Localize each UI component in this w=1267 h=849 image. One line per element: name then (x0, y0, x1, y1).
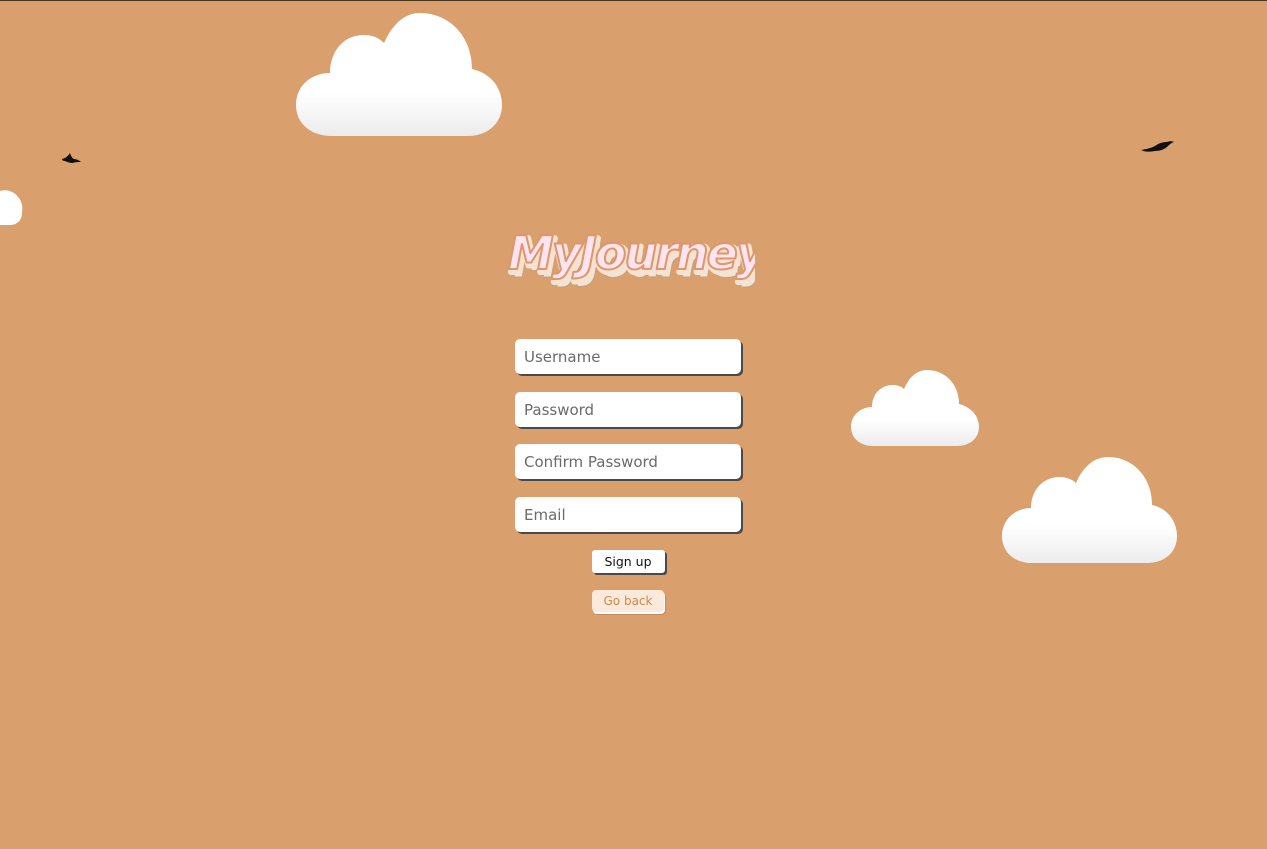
signup-button[interactable]: Sign up (591, 550, 665, 573)
bird-icon (62, 151, 82, 170)
email-input[interactable] (515, 497, 741, 532)
signup-form: Sign up Go back (515, 339, 743, 612)
cloud-icon (851, 370, 979, 448)
confirm-password-input[interactable] (515, 444, 741, 479)
cloud-icon (0, 171, 24, 227)
username-input[interactable] (515, 339, 741, 374)
cloud-icon (1002, 457, 1177, 565)
svg-text:MyJourney: MyJourney (508, 226, 755, 280)
go-back-button[interactable]: Go back (592, 590, 664, 612)
cloud-icon (296, 13, 502, 139)
password-input[interactable] (515, 392, 741, 427)
bird-icon (1141, 139, 1175, 158)
app-logo: MyJourney MyJourney MyJourney (505, 215, 755, 295)
